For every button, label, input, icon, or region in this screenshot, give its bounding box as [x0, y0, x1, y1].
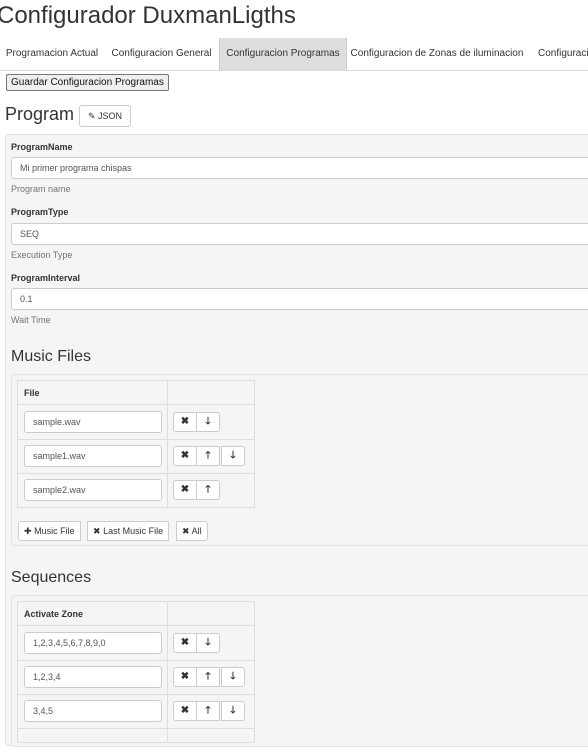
app-title: Configurador DuxmanLigths [0, 2, 296, 29]
remove-icon: ✖ [93, 526, 101, 536]
remove-icon: ✖ [182, 526, 190, 536]
remove-all-music-files-button[interactable]: ✖ All [176, 521, 208, 541]
music-files-heading: Music Files [11, 348, 92, 365]
save-programs-button[interactable]: Guardar Configuracion Programas [6, 74, 169, 91]
actions-column-header [168, 602, 254, 626]
program-type-input[interactable]: SEQ [11, 223, 588, 245]
music-file-input[interactable]: sample.wav [24, 411, 162, 433]
tab-configuracion-zonas[interactable]: Configuracion de Zonas de iluminacion [346, 38, 528, 70]
program-interval-label: ProgramInterval [11, 273, 81, 283]
move-up-button[interactable]: 🡑 [196, 446, 220, 466]
program-name-help: Program name [11, 184, 71, 194]
activate-zone-input[interactable]: 3,4,5 [24, 700, 162, 722]
move-down-button[interactable]: 🡓 [196, 633, 220, 653]
remove-row-button[interactable]: ✖ [173, 412, 197, 432]
pencil-icon: ✎ [87, 111, 96, 121]
remove-last-music-file-button[interactable]: ✖ Last Music File [87, 521, 170, 541]
program-heading: Program [5, 104, 75, 124]
remove-row-button[interactable]: ✖ [173, 633, 197, 653]
move-up-button[interactable]: 🡑 [196, 701, 220, 721]
tab-configuracion-programas[interactable]: Configuracion Programas [219, 38, 347, 70]
activate-zone-input[interactable]: 1,2,3,4,5,6,7,8,9,0 [24, 632, 162, 654]
add-music-file-button[interactable]: ✚ Music File [18, 521, 81, 541]
remove-last-music-file-label: Last Music File [103, 526, 164, 536]
move-down-button[interactable]: 🡓 [221, 667, 245, 687]
file-column-header: File [18, 381, 168, 405]
program-name-label: ProgramName [11, 142, 73, 152]
column-divider [167, 405, 168, 507]
sequences-heading: Sequences [11, 569, 92, 586]
column-divider [167, 626, 168, 742]
remove-row-button[interactable]: ✖ [173, 446, 197, 466]
program-interval-help: Wait Time [11, 315, 51, 325]
program-type-help: Execution Type [11, 250, 73, 260]
move-down-button[interactable]: 🡓 [196, 412, 220, 432]
program-type-label: ProgramType [11, 207, 69, 217]
json-button[interactable]: ✎ JSON [79, 105, 131, 127]
row-divider [18, 660, 254, 661]
json-button-label: JSON [98, 111, 123, 121]
move-up-button[interactable]: 🡑 [196, 480, 220, 500]
music-file-input[interactable]: sample2.wav [24, 479, 162, 501]
move-up-button[interactable]: 🡑 [196, 667, 220, 687]
music-file-input[interactable]: sample1.wav [24, 445, 162, 467]
move-down-button[interactable]: 🡓 [221, 701, 245, 721]
program-name-input[interactable]: Mi primer programa chispas [11, 157, 588, 179]
plus-icon: ✚ [24, 526, 32, 536]
row-divider [18, 694, 254, 695]
tab-configuracion-more[interactable]: Configuracio [528, 38, 588, 70]
activate-zone-column-header: Activate Zone [18, 602, 168, 626]
program-interval-input[interactable]: 0.1 [11, 288, 588, 310]
activate-zone-input[interactable]: 1,2,3,4 [24, 666, 162, 688]
music-files-table: File sample.wav ✖ 🡓 sample1.wav ✖ 🡑 🡓 sa… [17, 380, 255, 508]
row-divider [18, 473, 254, 474]
remove-row-button[interactable]: ✖ [173, 701, 197, 721]
remove-row-button[interactable]: ✖ [173, 667, 197, 687]
move-down-button[interactable]: 🡓 [221, 446, 245, 466]
actions-column-header [168, 381, 254, 405]
tab-bar: Programacion Actual Configuracion Genera… [0, 38, 588, 71]
tab-configuracion-general[interactable]: Configuracion General [104, 38, 219, 70]
remove-row-button[interactable]: ✖ [173, 480, 197, 500]
row-divider [18, 439, 254, 440]
tab-programacion-actual[interactable]: Programacion Actual [0, 38, 104, 70]
remove-all-music-files-label: All [191, 526, 202, 536]
sequences-table: Activate Zone 1,2,3,4,5,6,7,8,9,0 ✖ 🡓 1,… [17, 601, 255, 743]
add-music-file-label: Music File [34, 526, 75, 536]
